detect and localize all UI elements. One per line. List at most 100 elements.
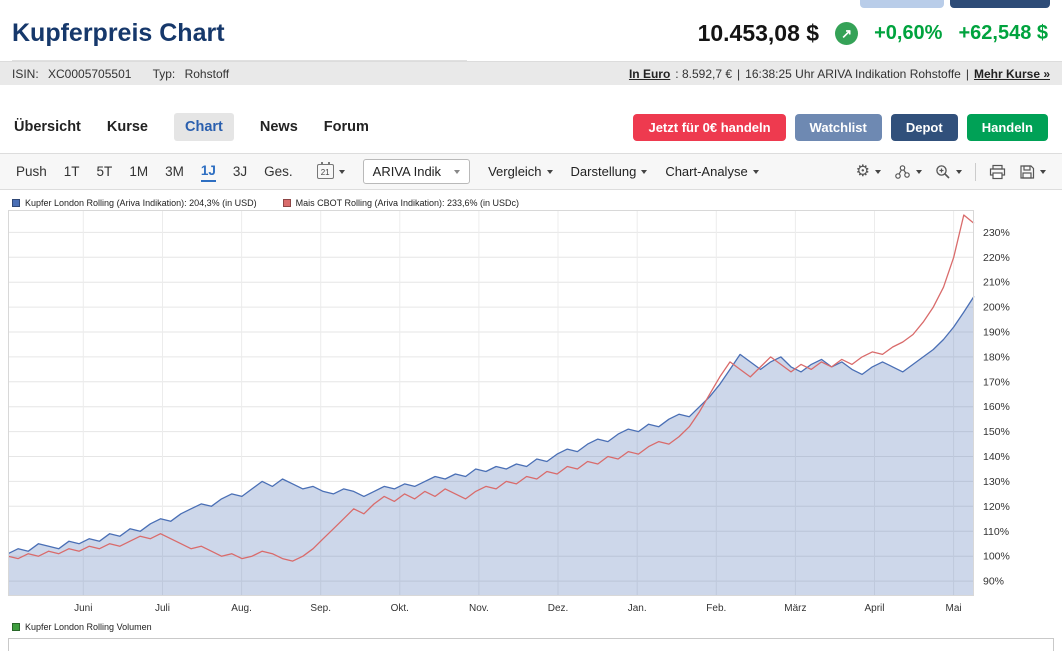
toolbar-separator	[975, 163, 976, 181]
svg-text:150%: 150%	[983, 426, 1010, 438]
trade-now-button[interactable]: Jetzt für 0€ handeln	[633, 114, 785, 141]
range-1t[interactable]: 1T	[64, 162, 80, 181]
svg-text:110%: 110%	[983, 526, 1009, 538]
svg-text:Mai: Mai	[946, 603, 962, 614]
change-absolute: +62,548 $	[958, 22, 1048, 45]
svg-text:90%: 90%	[983, 576, 1004, 588]
chevron-down-icon	[454, 170, 460, 174]
watchlist-button[interactable]: Watchlist	[795, 114, 882, 141]
save-button[interactable]	[1019, 164, 1046, 180]
tab-kurse[interactable]: Kurse	[107, 113, 148, 141]
vergleich-dropdown[interactable]: Vergleich	[488, 164, 552, 179]
svg-text:Nov.: Nov.	[469, 603, 489, 614]
volume-legend-label: Kupfer London Rolling Volumen	[25, 622, 152, 632]
svg-text:Sep.: Sep.	[310, 603, 331, 614]
in-euro-link[interactable]: In Euro	[629, 67, 670, 81]
legend-label-mais: Mais CBOT Rolling (Ariva Indikation): 23…	[296, 198, 519, 208]
chevron-down-icon	[753, 170, 759, 174]
svg-text:210%: 210%	[983, 277, 1010, 289]
svg-text:180%: 180%	[983, 351, 1010, 363]
gear-icon: ⚙	[856, 164, 870, 180]
change-percent: +0,60%	[874, 22, 942, 45]
price-block: 10.453,08 $ ↗ +0,60% +62,548 $	[698, 20, 1048, 47]
range-3j[interactable]: 3J	[233, 162, 247, 181]
chevron-down-icon	[547, 170, 553, 174]
in-euro-value: : 8.592,7 €	[675, 67, 732, 81]
svg-text:Juni: Juni	[74, 603, 92, 614]
svg-text:Feb.: Feb.	[706, 603, 726, 614]
legend-label-kupfer: Kupfer London Rolling (Ariva Indikation)…	[25, 198, 257, 208]
print-button[interactable]	[989, 164, 1006, 180]
main-price-chart[interactable]: 90%100%110%120%130%140%150%160%170%180%1…	[8, 210, 1054, 616]
chevron-down-icon	[956, 170, 962, 174]
svg-text:Jan.: Jan.	[628, 603, 647, 614]
nav-bar: Übersicht Kurse Chart News Forum Jetzt f…	[0, 111, 1062, 143]
volume-legend-swatch	[12, 623, 20, 631]
svg-text:Juli: Juli	[155, 603, 170, 614]
tab-forum[interactable]: Forum	[324, 113, 369, 141]
date-picker-button[interactable]: 21	[317, 164, 345, 179]
settings-button[interactable]: ⚙	[856, 164, 881, 180]
chevron-down-icon	[1040, 170, 1046, 174]
svg-text:170%: 170%	[983, 376, 1010, 388]
chevron-down-icon	[875, 170, 881, 174]
toolbar-icons: ⚙	[856, 163, 1046, 181]
svg-text:Dez.: Dez.	[548, 603, 569, 614]
darstellung-dropdown[interactable]: Darstellung	[571, 164, 648, 179]
zoom-in-icon	[935, 164, 951, 180]
save-icon	[1019, 164, 1035, 180]
range-push[interactable]: Push	[16, 162, 47, 181]
zoom-button[interactable]	[935, 164, 962, 180]
instrument-select[interactable]: ARIVA Indik	[363, 159, 470, 184]
volume-chart-panel[interactable]	[8, 638, 1054, 651]
chevron-down-icon	[339, 170, 345, 174]
nodes-icon	[894, 164, 911, 180]
isin-value: XC0005705501	[48, 67, 131, 81]
svg-text:Aug.: Aug.	[231, 603, 252, 614]
depot-button[interactable]: Depot	[891, 114, 958, 141]
range-ges[interactable]: Ges.	[264, 162, 293, 181]
legend-item-kupfer: Kupfer London Rolling (Ariva Indikation)…	[12, 198, 257, 208]
svg-text:130%: 130%	[983, 476, 1010, 488]
chevron-down-icon	[641, 170, 647, 174]
chart-toolbar: Push 1T 5T 1M 3M 1J 3J Ges. 21 ARIVA Ind…	[0, 153, 1062, 190]
volume-legend: Kupfer London Rolling Volumen	[0, 616, 1062, 632]
quote-info: In Euro : 8.592,7 € | 16:38:25 Uhr ARIVA…	[629, 67, 1050, 81]
calendar-icon: 21	[317, 164, 334, 179]
svg-text:220%: 220%	[983, 252, 1010, 264]
range-1m[interactable]: 1M	[129, 162, 148, 181]
range-3m[interactable]: 3M	[165, 162, 184, 181]
printer-icon	[989, 164, 1006, 180]
tab-uebersicht[interactable]: Übersicht	[14, 113, 81, 141]
tab-chart[interactable]: Chart	[174, 113, 234, 141]
tab-news[interactable]: News	[260, 113, 298, 141]
range-1j[interactable]: 1J	[201, 161, 216, 182]
mehr-kurse-link[interactable]: Mehr Kurse »	[974, 67, 1050, 81]
svg-text:200%: 200%	[983, 302, 1010, 314]
tab-list: Übersicht Kurse Chart News Forum	[14, 113, 369, 141]
indicators-button[interactable]	[894, 164, 922, 180]
chart-analyse-label: Chart-Analyse	[665, 164, 747, 179]
svg-text:140%: 140%	[983, 451, 1010, 463]
chart-analyse-dropdown[interactable]: Chart-Analyse	[665, 164, 758, 179]
svg-text:100%: 100%	[983, 551, 1010, 563]
range-selector: Push 1T 5T 1M 3M 1J 3J Ges.	[16, 161, 293, 182]
chart-legend: Kupfer London Rolling (Ariva Indikation)…	[0, 190, 1062, 210]
vergleich-label: Vergleich	[488, 164, 541, 179]
svg-text:April: April	[864, 603, 884, 614]
title-divider	[12, 60, 467, 61]
handeln-button[interactable]: Handeln	[967, 114, 1048, 141]
range-5t[interactable]: 5T	[97, 162, 113, 181]
legend-swatch-mais	[283, 199, 291, 207]
instrument-select-value: ARIVA Indik	[373, 164, 441, 179]
svg-text:230%: 230%	[983, 227, 1010, 239]
price-value: 10.453,08 $	[698, 20, 820, 47]
separator: |	[737, 67, 740, 81]
darstellung-label: Darstellung	[571, 164, 637, 179]
svg-text:190%: 190%	[983, 327, 1010, 339]
trend-up-icon[interactable]: ↗	[835, 22, 858, 45]
chevron-down-icon	[916, 170, 922, 174]
isin-label: ISIN:	[12, 67, 39, 81]
svg-text:Okt.: Okt.	[391, 603, 409, 614]
svg-text:160%: 160%	[983, 401, 1010, 413]
